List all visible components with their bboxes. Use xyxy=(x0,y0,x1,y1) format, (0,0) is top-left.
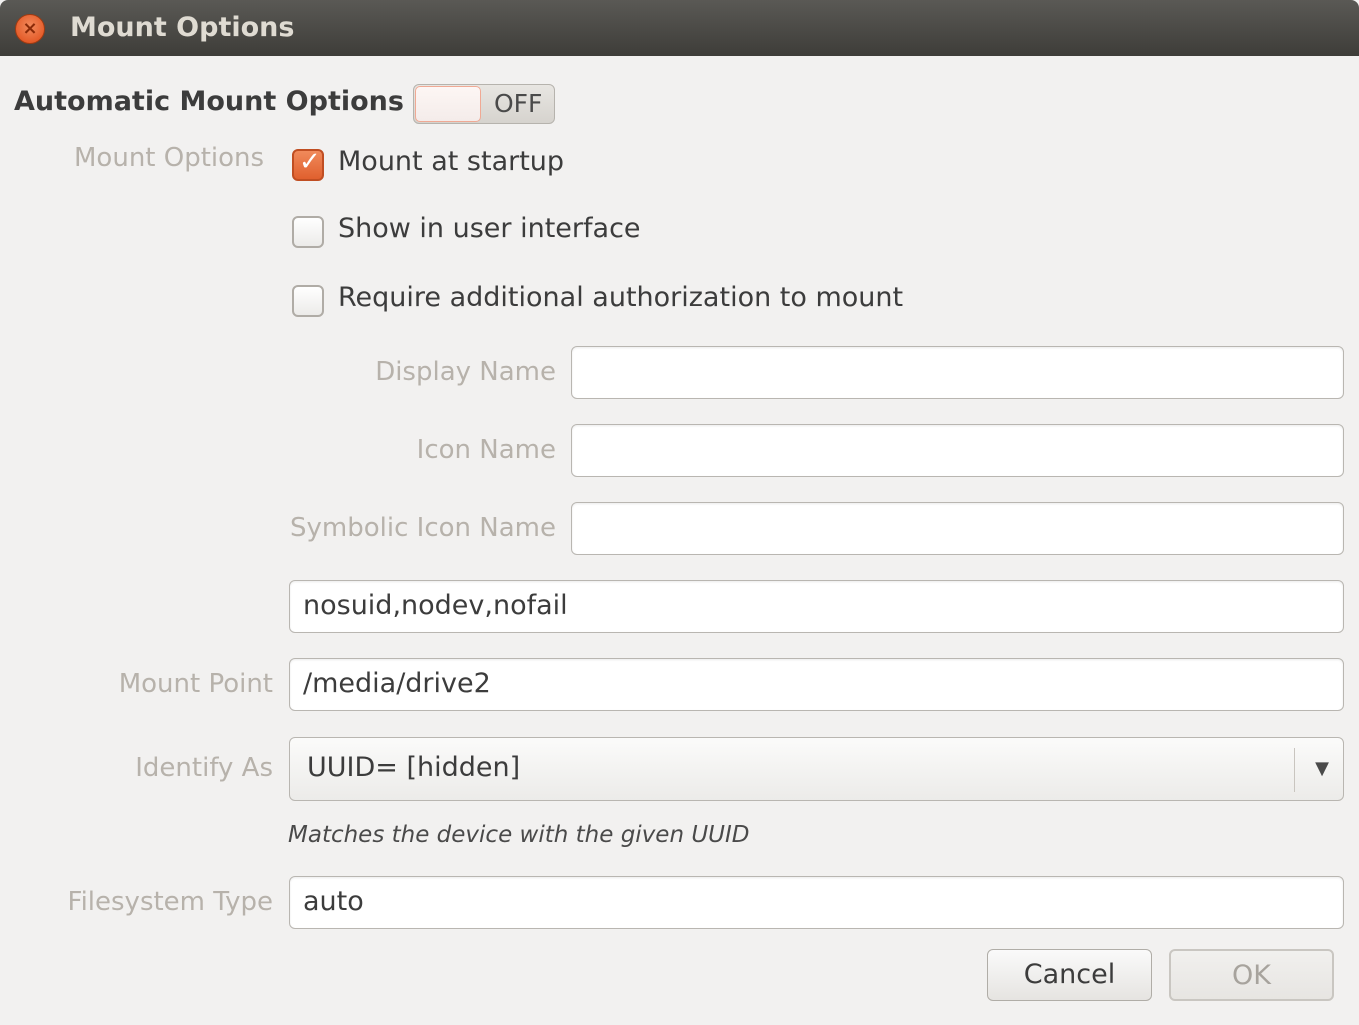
automatic-mount-options-switch[interactable]: OFF xyxy=(413,84,555,124)
checkbox-label[interactable]: Require additional authorization to moun… xyxy=(338,282,903,313)
dropdown-separator xyxy=(1294,748,1295,792)
icon-name-input[interactable] xyxy=(571,424,1344,477)
filesystem-type-label: Filesystem Type xyxy=(67,887,274,917)
icon-name-label: Icon Name xyxy=(416,435,556,465)
identify-as-value: UUID= [hidden] xyxy=(307,752,521,783)
checkbox-box[interactable] xyxy=(292,216,324,248)
checkbox-label[interactable]: Mount at startup xyxy=(338,146,564,177)
close-icon[interactable]: × xyxy=(15,14,45,44)
switch-knob xyxy=(415,86,481,122)
title-bar: × Mount Options xyxy=(0,0,1359,56)
mount-point-input[interactable]: /media/drive2 xyxy=(289,658,1344,711)
chevron-down-icon[interactable]: ▼ xyxy=(1315,758,1329,779)
ok-button[interactable]: OK xyxy=(1169,949,1334,1001)
automatic-mount-options-label: Automatic Mount Options xyxy=(14,86,404,117)
identify-as-label: Identify As xyxy=(135,753,273,783)
cancel-button[interactable]: Cancel xyxy=(987,949,1152,1001)
window-title: Mount Options xyxy=(70,12,295,43)
checkmark-icon: ✓ xyxy=(299,147,321,177)
checkbox-label[interactable]: Show in user interface xyxy=(338,213,641,244)
symbolic-icon-name-input[interactable] xyxy=(571,502,1344,555)
identify-as-hint: Matches the device with the given UUID xyxy=(288,822,750,848)
mount-point-label: Mount Point xyxy=(118,669,273,699)
switch-state-label: OFF xyxy=(494,89,543,118)
display-name-label: Display Name xyxy=(375,357,556,387)
display-name-input[interactable] xyxy=(571,346,1344,399)
mount-options-label: Mount Options xyxy=(74,143,265,173)
mount-options-input[interactable]: nosuid,nodev,nofail xyxy=(289,580,1344,633)
checkbox-box[interactable]: ✓ xyxy=(292,147,324,181)
symbolic-icon-name-label: Symbolic Icon Name xyxy=(290,513,556,543)
checkbox-box[interactable] xyxy=(292,285,324,317)
identify-as-dropdown[interactable]: UUID= [hidden] ▼ xyxy=(289,737,1344,801)
filesystem-type-input[interactable]: auto xyxy=(289,876,1344,929)
